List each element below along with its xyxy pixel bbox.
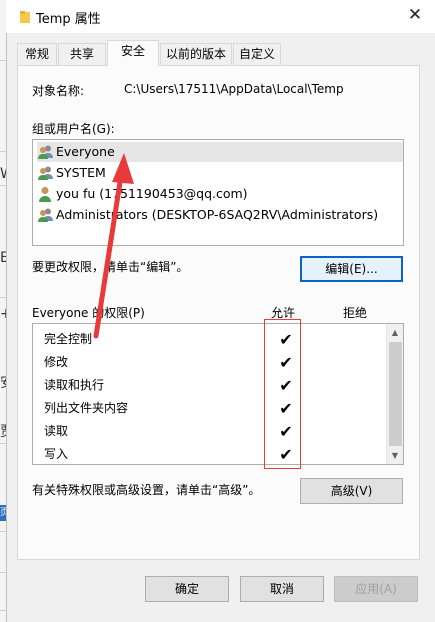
tab-security[interactable]: 安全: [107, 40, 159, 66]
annotation-arrow-icon: [93, 153, 134, 339]
